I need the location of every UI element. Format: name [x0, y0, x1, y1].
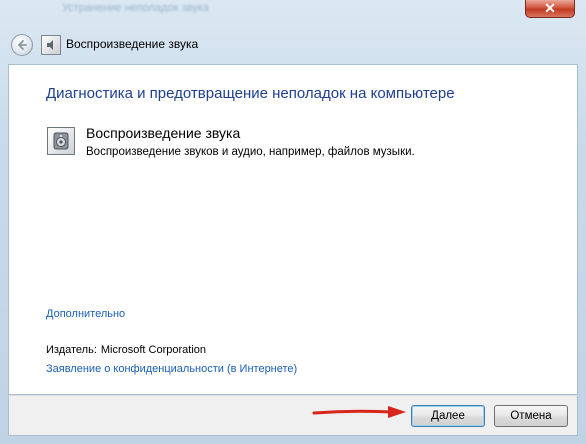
- back-arrow-icon: [18, 40, 27, 50]
- button-bar: [8, 395, 578, 436]
- annotation-arrow-icon: [312, 406, 406, 418]
- content-panel: Диагностика и предотвращение неполадок н…: [8, 64, 578, 395]
- publisher-line: Издатель: Microsoft Corporation: [46, 344, 206, 356]
- troubleshooter-title: Воспроизведение звука: [86, 125, 241, 141]
- troubleshooter-description: Воспроизведение звуков и аудио, например…: [86, 146, 415, 158]
- troubleshooter-icon: [41, 35, 61, 55]
- publisher-label: Издатель:: [46, 344, 97, 356]
- next-button[interactable]: Далее: [411, 405, 485, 427]
- publisher-value: Microsoft Corporation: [100, 344, 207, 356]
- privacy-link[interactable]: Заявление о конфиденциальности (в Интерн…: [46, 363, 297, 375]
- page-heading: Диагностика и предотвращение неполадок н…: [46, 85, 455, 102]
- nav-title: Воспроизведение звука: [66, 37, 199, 51]
- window-caption: Устранение неполадок звука: [62, 2, 209, 14]
- back-button[interactable]: [11, 34, 33, 56]
- close-button[interactable]: ✕: [525, 0, 575, 18]
- close-icon: ✕: [544, 0, 556, 16]
- advanced-link[interactable]: Дополнительно: [46, 308, 125, 320]
- speaker-icon: [47, 127, 75, 155]
- cancel-button[interactable]: Отмена: [494, 405, 568, 427]
